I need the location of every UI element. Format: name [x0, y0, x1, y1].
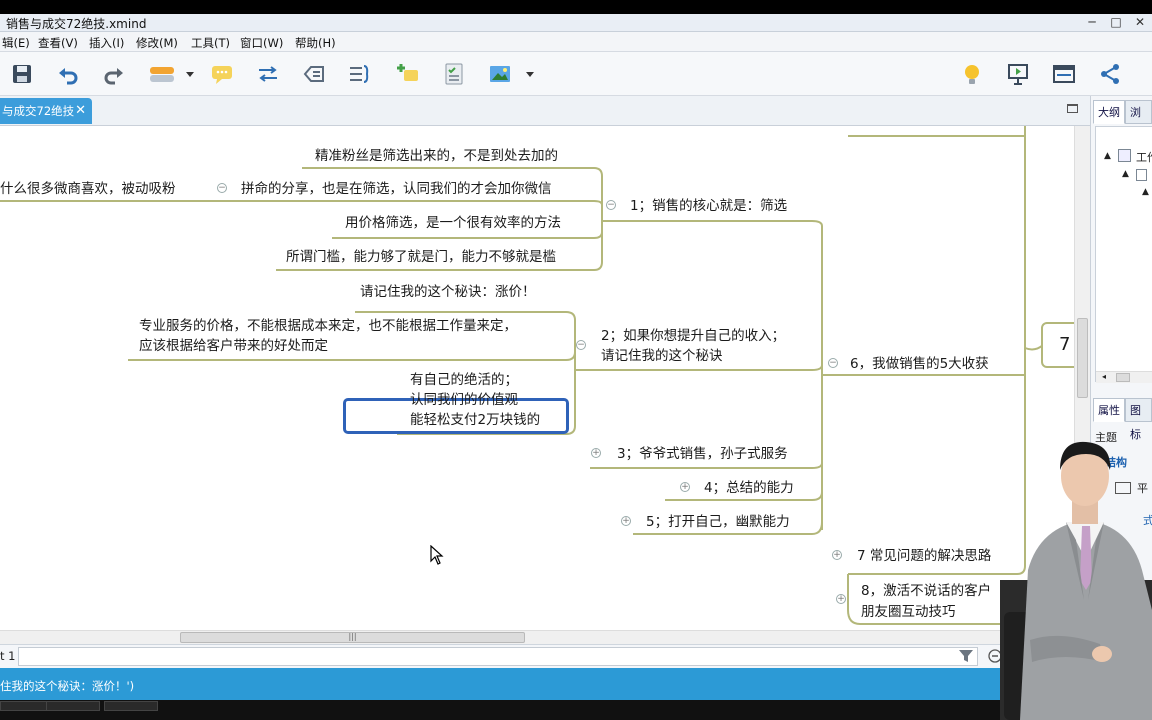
- taskbar: [0, 700, 1152, 720]
- menu-window[interactable]: 窗口(W): [240, 35, 283, 51]
- share-icon[interactable]: [1098, 62, 1122, 86]
- chevron-down-icon[interactable]: [184, 62, 196, 86]
- relationship-icon[interactable]: [256, 62, 280, 86]
- mouse-cursor-icon: [430, 545, 444, 565]
- menu-view[interactable]: 查看(V): [38, 35, 78, 51]
- menu-help[interactable]: 帮助(H): [295, 35, 336, 51]
- menu-bar: 辑(E) 查看(V) 插入(I) 修改(M) 工具(T) 窗口(W) 帮助(H): [0, 32, 1152, 52]
- sheet-bar: t 1: [0, 644, 1090, 668]
- collapse-icon[interactable]: −: [217, 183, 227, 193]
- presentation-icon[interactable]: [1006, 62, 1030, 86]
- editor-tabs: 与成交72绝技 ✕: [0, 96, 1090, 126]
- topic-8-line-1[interactable]: 8，激活不说话的客户: [861, 581, 991, 601]
- tab-icons[interactable]: 图标: [1125, 398, 1152, 441]
- maximize-editor-button[interactable]: [1067, 104, 1078, 113]
- menu-tools[interactable]: 工具(T): [191, 35, 230, 51]
- tab-browse[interactable]: 浏览: [1125, 100, 1152, 143]
- filter-icon[interactable]: [958, 648, 974, 664]
- tab-document[interactable]: 与成交72绝技 ✕: [0, 98, 92, 124]
- tree-item[interactable]: 工作: [1136, 149, 1152, 165]
- horizontal-scrollbar[interactable]: |||: [0, 630, 1090, 644]
- tree-toggle-icon[interactable]: ▲: [1142, 187, 1149, 197]
- topic-1-child-1[interactable]: 精准粉丝是筛选出来的，不是到处去加的: [315, 146, 558, 166]
- callout-icon[interactable]: [210, 62, 234, 86]
- central-topic[interactable]: 7: [1041, 322, 1074, 368]
- chevron-down-icon[interactable]: [524, 62, 536, 86]
- topic-2-child-1-line-2[interactable]: 应该根据给客户带来的好处而定: [139, 336, 328, 356]
- boundary-icon[interactable]: [302, 62, 326, 86]
- expand-icon[interactable]: +: [836, 594, 846, 604]
- window-title: 销售与成交72绝技.xmind: [6, 17, 147, 31]
- image-icon[interactable]: [488, 62, 512, 86]
- tab-properties[interactable]: 属性: [1093, 398, 1125, 422]
- menu-modify[interactable]: 修改(M): [136, 35, 178, 51]
- summary-icon[interactable]: [348, 62, 372, 86]
- task-icon[interactable]: [442, 62, 466, 86]
- topic-5[interactable]: 5；打开自己，幽默能力: [646, 512, 790, 532]
- topic-8-line-2[interactable]: 朋友圈互动技巧: [861, 602, 956, 622]
- maximize-button[interactable]: □: [1104, 14, 1128, 32]
- topic-left-fragment[interactable]: 什么很多微商喜欢，被动吸粉: [0, 179, 176, 199]
- taskbar-item[interactable]: [104, 701, 158, 711]
- tree-toggle-icon[interactable]: ▲: [1104, 151, 1111, 161]
- scroll-thumb[interactable]: [1116, 373, 1130, 382]
- scroll-thumb[interactable]: [1077, 318, 1088, 398]
- workbook-icon: [1118, 149, 1131, 162]
- close-icon[interactable]: ✕: [75, 98, 86, 124]
- topic-2-child-1-line-1[interactable]: 专业服务的价格，不能根据成本来定，也不能根据工作量来定，: [139, 316, 517, 336]
- menu-edit[interactable]: 辑(E): [2, 35, 30, 51]
- topic-4[interactable]: 4；总结的能力: [704, 478, 794, 498]
- topic-1[interactable]: 1；销售的核心就是：筛选: [630, 196, 787, 216]
- topic-2-child-2-line-3[interactable]: 能轻松支付2万块钱的: [410, 410, 540, 430]
- collapse-icon[interactable]: −: [576, 340, 586, 350]
- scroll-thumb[interactable]: |||: [180, 632, 525, 643]
- menu-insert[interactable]: 插入(I): [89, 35, 124, 51]
- layout-icon[interactable]: [1052, 62, 1076, 86]
- lightbulb-icon[interactable]: [960, 62, 984, 86]
- tree-toggle-icon[interactable]: ▲: [1122, 169, 1129, 179]
- close-window-button[interactable]: ✕: [1128, 14, 1152, 32]
- topic-2-line-1[interactable]: 2；如果你想提升自己的收入；: [601, 326, 785, 346]
- topic-1-child-4[interactable]: 所谓门槛，能力够了就是门，能力不够就是槛: [286, 247, 556, 267]
- mindmap-canvas[interactable]: ... 7 6，我做销售的5大收获 − 1；销售的核心就是：筛选 − 精准粉丝是…: [0, 126, 1074, 630]
- redo-icon[interactable]: [102, 62, 126, 86]
- outline-tree: ▲ 工作 ▲ ▲ ◂: [1095, 126, 1152, 383]
- topic-2-child-2-line-1[interactable]: 有自己的绝活的；: [410, 370, 518, 390]
- presenter-video-overlay: [1000, 441, 1152, 720]
- outline-scrollbar[interactable]: ◂: [1096, 371, 1152, 383]
- collapse-icon[interactable]: −: [606, 200, 616, 210]
- marker-icon[interactable]: [396, 62, 420, 86]
- status-bar: 住我的这个秘诀：涨价！'): [0, 668, 1152, 704]
- selected-topic[interactable]: 请记住我的这个秘诀：涨价！: [360, 282, 536, 302]
- expand-icon[interactable]: +: [591, 448, 601, 458]
- topic-7[interactable]: 7 常见问题的解决思路: [857, 546, 991, 566]
- topic-1-child-2[interactable]: 拼命的分享，也是在筛选，认同我们的才会加你微信: [241, 179, 552, 199]
- taskbar-item[interactable]: [46, 701, 100, 711]
- tab-outline[interactable]: 大纲: [1093, 100, 1125, 124]
- undo-icon[interactable]: [56, 62, 80, 86]
- status-text: 住我的这个秘诀：涨价！'): [0, 679, 135, 693]
- topic-2-line-2[interactable]: 请记住我的这个秘诀: [601, 346, 723, 366]
- minimize-button[interactable]: ─: [1080, 14, 1104, 32]
- topic-6[interactable]: 6，我做销售的5大收获: [850, 354, 989, 374]
- topic-cut-top[interactable]: ...: [876, 126, 889, 132]
- sheet-tab[interactable]: t 1: [0, 649, 15, 663]
- collapse-icon[interactable]: −: [828, 358, 838, 368]
- title-bar: 销售与成交72绝技.xmind ─ □ ✕: [0, 14, 1152, 32]
- scroll-left-icon[interactable]: ◂: [1102, 372, 1106, 381]
- expand-icon[interactable]: +: [680, 482, 690, 492]
- topic-2-child-2-line-2[interactable]: 认同我们的价值观: [410, 390, 518, 410]
- topic-3[interactable]: 3；爷爷式销售，孙子式服务: [617, 444, 788, 464]
- filter-field[interactable]: [18, 647, 978, 666]
- topic-1-child-3[interactable]: 用价格筛选，是一个很有效率的方法: [345, 213, 561, 233]
- expand-icon[interactable]: +: [832, 550, 842, 560]
- topic-icon[interactable]: [148, 62, 178, 86]
- sheet-icon: [1136, 169, 1147, 181]
- save-icon[interactable]: [10, 62, 34, 86]
- tab-label: 与成交72绝技: [2, 104, 75, 118]
- expand-icon[interactable]: +: [621, 516, 631, 526]
- toolbar: [0, 52, 1152, 96]
- window-controls: ─ □ ✕: [1080, 14, 1152, 32]
